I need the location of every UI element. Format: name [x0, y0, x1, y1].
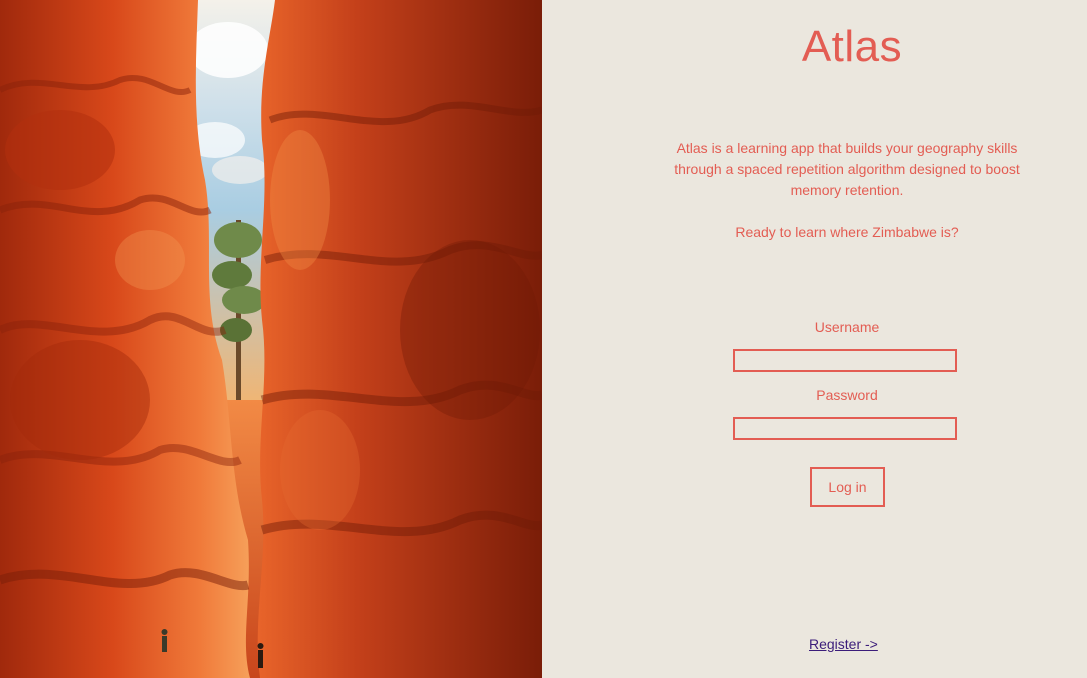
login-panel: Atlas Atlas is a learning app that build…: [542, 0, 1087, 678]
login-button[interactable]: Log in: [810, 467, 885, 507]
password-input[interactable]: [733, 417, 957, 440]
canyon-hero-image: [0, 0, 542, 678]
username-label: Username: [814, 319, 880, 335]
username-input[interactable]: [733, 349, 957, 372]
app-description: Atlas is a learning app that builds your…: [674, 140, 1020, 198]
app-title: Atlas: [801, 22, 903, 71]
canyon-illustration: [0, 0, 542, 678]
app-prompt: Ready to learn where Zimbabwe is?: [735, 224, 959, 240]
login-page: Atlas Atlas is a learning app that build…: [0, 0, 1087, 678]
password-label: Password: [816, 387, 878, 403]
register-link[interactable]: Register ->: [809, 636, 878, 652]
